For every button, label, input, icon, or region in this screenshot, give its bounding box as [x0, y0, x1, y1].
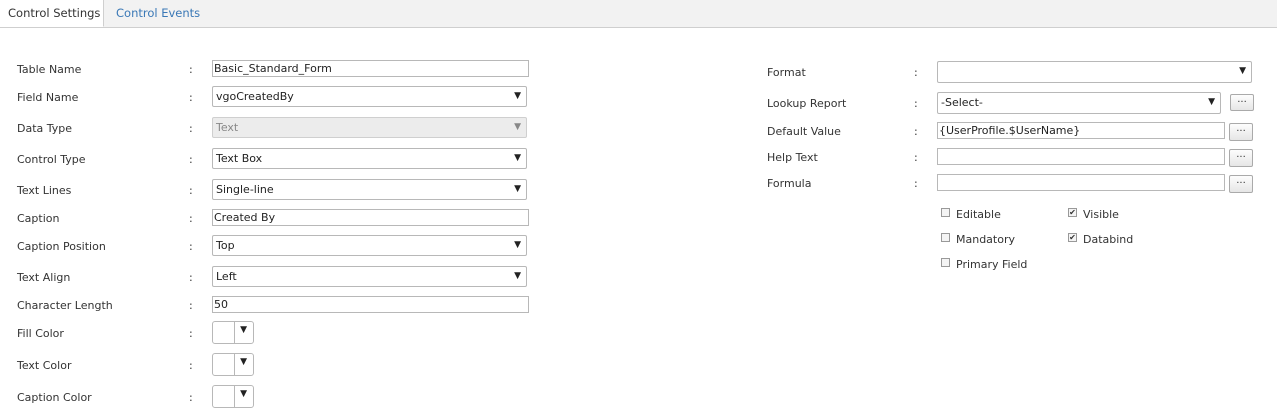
chevron-down-icon: ▼: [240, 357, 247, 367]
character-length-label: Character Length: [17, 299, 113, 312]
chevron-down-icon: ▼: [1239, 66, 1246, 76]
data-type-select: Text ▼: [212, 117, 527, 138]
help-text-field[interactable]: [937, 148, 1225, 165]
chevron-down-icon: ▼: [514, 153, 521, 163]
text-color-label: Text Color: [17, 359, 72, 372]
primary-field-label: Primary Field: [956, 258, 1028, 271]
mandatory-label: Mandatory: [956, 233, 1016, 246]
chevron-down-icon: ▼: [514, 271, 521, 281]
divider: [234, 386, 235, 407]
format-label: Format: [767, 66, 806, 79]
colon: :: [189, 327, 193, 340]
field-name-value: vgoCreatedBy: [216, 90, 294, 103]
control-type-select[interactable]: Text Box ▼: [212, 148, 527, 169]
colon: :: [914, 66, 918, 79]
control-type-value: Text Box: [216, 152, 263, 165]
caption-position-select[interactable]: Top ▼: [212, 235, 527, 256]
chevron-down-icon: ▼: [514, 240, 521, 250]
caption-color-picker[interactable]: ▼: [212, 385, 254, 408]
formula-field[interactable]: [937, 174, 1225, 191]
chevron-down-icon: ▼: [1208, 97, 1215, 107]
visible-label: Visible: [1083, 208, 1119, 221]
chevron-down-icon: ▼: [514, 122, 521, 132]
lookup-report-label: Lookup Report: [767, 97, 847, 110]
visible-checkbox[interactable]: ✔: [1068, 208, 1077, 217]
table-name-label: Table Name: [17, 63, 82, 76]
formula-label: Formula: [767, 177, 812, 190]
text-lines-label: Text Lines: [17, 184, 72, 197]
text-lines-select[interactable]: Single-line ▼: [212, 179, 527, 200]
caption-color-label: Caption Color: [17, 391, 92, 404]
colon: :: [914, 177, 918, 190]
colon: :: [189, 299, 193, 312]
checkmark-icon: ✔: [1069, 208, 1076, 217]
default-value-label: Default Value: [767, 125, 841, 138]
editable-checkbox[interactable]: [941, 208, 950, 217]
chevron-down-icon: ▼: [514, 91, 521, 101]
lookup-report-browse-button[interactable]: ...: [1230, 94, 1254, 111]
text-align-select[interactable]: Left ▼: [212, 266, 527, 287]
colon: :: [189, 91, 193, 104]
fill-color-label: Fill Color: [17, 327, 64, 340]
colon: :: [914, 97, 918, 110]
tab-control-settings[interactable]: Control Settings: [0, 0, 104, 27]
colon: :: [189, 359, 193, 372]
formula-browse-button[interactable]: ...: [1229, 175, 1253, 193]
chevron-down-icon: ▼: [240, 325, 247, 335]
primary-field-checkbox[interactable]: [941, 258, 950, 267]
divider: [234, 354, 235, 375]
caption-position-label: Caption Position: [17, 240, 106, 253]
fill-color-picker[interactable]: ▼: [212, 321, 254, 344]
help-text-browse-button[interactable]: ...: [1229, 149, 1253, 167]
colon: :: [189, 271, 193, 284]
editable-label: Editable: [956, 208, 1001, 221]
databind-label: Databind: [1083, 233, 1134, 246]
divider: [234, 322, 235, 343]
tab-bar: Control Settings Control Events: [0, 0, 1277, 28]
caption-position-value: Top: [216, 239, 235, 252]
colon: :: [189, 240, 193, 253]
mandatory-checkbox[interactable]: [941, 233, 950, 242]
field-name-select[interactable]: vgoCreatedBy ▼: [212, 86, 527, 107]
colon: :: [189, 212, 193, 225]
caption-label: Caption: [17, 212, 60, 225]
tab-control-events[interactable]: Control Events: [106, 0, 206, 27]
databind-checkbox[interactable]: ✔: [1068, 233, 1077, 242]
character-length-field[interactable]: 50: [212, 296, 529, 313]
caption-field[interactable]: Created By: [212, 209, 529, 226]
colon: :: [189, 184, 193, 197]
field-name-label: Field Name: [17, 91, 79, 104]
lookup-report-value: -Select-: [941, 96, 983, 109]
text-lines-value: Single-line: [216, 183, 274, 196]
text-color-picker[interactable]: ▼: [212, 353, 254, 376]
text-align-label: Text Align: [17, 271, 71, 284]
help-text-label: Help Text: [767, 151, 818, 164]
lookup-report-select[interactable]: -Select- ▼: [937, 92, 1221, 114]
default-value-browse-button[interactable]: ...: [1229, 123, 1253, 141]
format-select[interactable]: ▼: [937, 61, 1252, 83]
control-type-label: Control Type: [17, 153, 86, 166]
text-align-value: Left: [216, 270, 237, 283]
default-value-field[interactable]: {UserProfile.$UserName}: [937, 122, 1225, 139]
data-type-label: Data Type: [17, 122, 73, 135]
colon: :: [189, 153, 193, 166]
colon: :: [189, 391, 193, 404]
chevron-down-icon: ▼: [240, 389, 247, 399]
colon: :: [189, 63, 193, 76]
data-type-value: Text: [216, 121, 239, 134]
colon: :: [189, 122, 193, 135]
chevron-down-icon: ▼: [514, 184, 521, 194]
colon: :: [914, 151, 918, 164]
colon: :: [914, 125, 918, 138]
checkmark-icon: ✔: [1069, 233, 1076, 242]
table-name-field[interactable]: Basic_Standard_Form: [212, 60, 529, 77]
